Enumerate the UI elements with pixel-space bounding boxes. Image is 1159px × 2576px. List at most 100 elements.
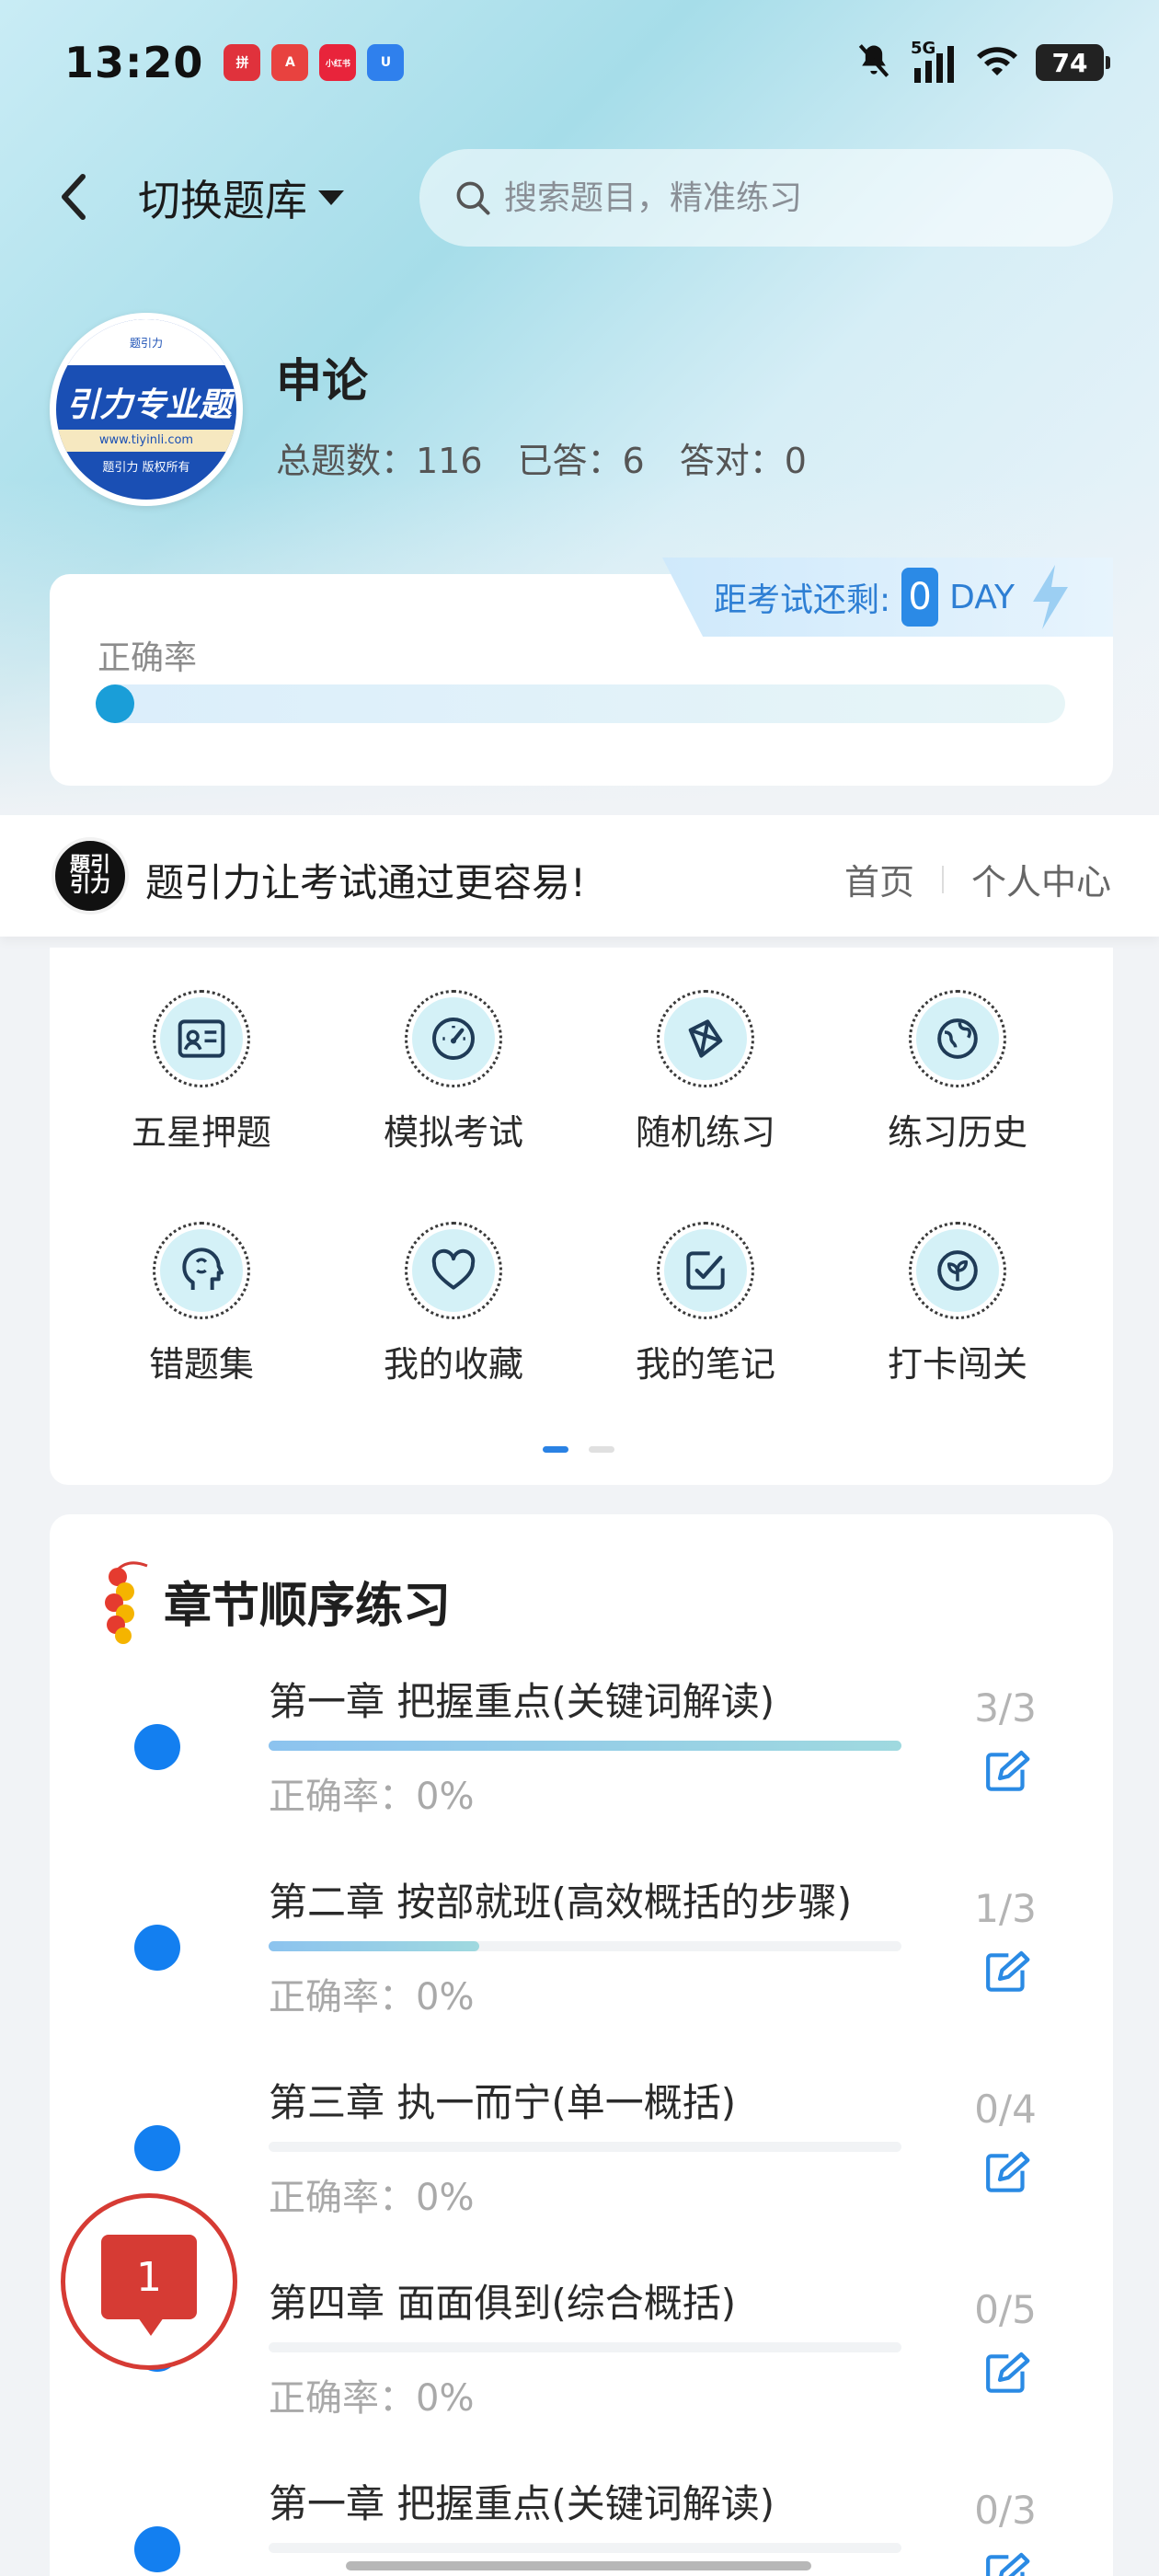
nav-profile-link[interactable]: 个人中心 [971,854,1111,904]
home-indicator[interactable] [346,2561,811,2570]
caret-down-icon [318,190,344,205]
func-practice-history[interactable]: 练习历史 [852,990,1063,1165]
chapter-count: 0/4 [974,2087,1037,2132]
chapter-name[interactable]: 第一章 把握重点(关键词解读) [269,1671,775,1727]
xiaohongshu-icon: 小红书 [319,44,357,81]
chapter-section-header: 章节顺序练习 [99,1555,451,1647]
page-dot[interactable] [543,1446,568,1453]
stat-correct: 答对：0 [679,441,807,481]
mute-bell-icon [854,40,894,85]
pinduoduo-icon: 拼 [224,44,261,81]
chapter-status-dot [134,2125,180,2171]
func-random-practice[interactable]: 随机练习 [600,990,811,1165]
random-network-icon [688,1019,723,1058]
search-icon [456,181,490,215]
switch-question-bank[interactable]: 切换题库 [138,169,346,226]
chapter-count: 0/3 [974,2488,1037,2533]
status-time: 13:20 [64,38,204,87]
accuracy-progress-fill [96,684,134,723]
subject-stats: 总题数：116 已答：6 答对：0 [276,432,807,483]
chapter-progress-track [269,1741,901,1751]
message-bubble-icon: 1 [101,2235,197,2336]
nav-home-link[interactable]: 首页 [844,854,914,904]
chapter-status-dot [134,1925,180,1971]
chapter-accuracy: 正确率：0% [269,2177,475,2219]
chapter-progress-fill [269,1941,480,1951]
chapter-status-dot [134,2526,180,2572]
chapter-accuracy: 正确率：0% [269,1776,475,1818]
chapter-section-title: 章节顺序练习 [164,1578,452,1634]
chapter-name[interactable]: 第四章 面面俱到(综合概括) [269,2272,736,2329]
notification-app-icons: 拼 A 小红书 U [224,44,405,81]
func-mock-exam[interactable]: 模拟考试 [348,990,559,1165]
func-label: 五星押题 [131,1112,271,1153]
heart-icon [431,1248,476,1290]
app-a-icon: A [271,44,309,81]
func-label: 随机练习 [635,1112,775,1153]
search-bar[interactable] [419,149,1113,247]
chapter-name[interactable]: 第三章 执一而宁(单一概括) [269,2072,736,2128]
speedometer-icon [432,1018,475,1060]
nav-links: 首页 个人中心 [844,854,1111,904]
edit-icon[interactable] [979,2145,1034,2201]
globe-history-icon [937,1018,978,1059]
chapter-progress-track [269,2543,901,2553]
chapter-progress-track [269,2142,901,2152]
func-notes[interactable]: 我的笔记 [600,1222,811,1397]
search-input[interactable] [504,178,1056,217]
message-count: 1 [136,2253,162,2301]
edit-icon[interactable] [979,2547,1034,2576]
func-favorites[interactable]: 我的收藏 [348,1222,559,1397]
switch-bank-label: 切换题库 [138,176,307,225]
chapter-progress-track [269,2342,901,2352]
edit-icon[interactable] [979,1744,1034,1800]
app-u-icon: U [367,44,405,81]
chapter-accuracy: 正确率：0% [269,1976,475,2018]
chapter-progress-track [269,1941,901,1951]
chapter-count: 0/5 [974,2287,1037,2332]
chapter-name[interactable]: 第一章 把握重点(关键词解读) [269,2473,775,2529]
id-card-icon [178,1019,225,1058]
logo-url: www.tiyinli.com [56,430,236,452]
chapter-count: 1/3 [974,1886,1037,1931]
func-check-in[interactable]: 打卡闯关 [852,1222,1063,1397]
page-indicator [543,1446,614,1453]
chapter-progress-fill [269,1741,901,1751]
logo-copyright: 题引力 版权所有 [102,461,190,475]
stat-answered: 已答：6 [517,441,645,481]
chapter-count: 3/3 [974,1685,1037,1731]
func-wrong-questions[interactable]: 错题集 [96,1222,307,1397]
subject-logo: 题引力 引力专业题 www.tiyinli.com 题引力 版权所有 [50,313,243,506]
leaf-badge-icon [937,1250,978,1291]
func-label: 练习历史 [887,1112,1027,1153]
chapter-status-dot [134,1724,180,1770]
back-button[interactable] [46,167,101,226]
func-five-star[interactable]: 五星押题 [96,990,307,1165]
checked-note-icon [686,1251,725,1290]
nav-divider [941,865,944,893]
signal-5g-icon: 5G [911,39,958,83]
exam-days-number: 0 [901,568,939,627]
logo-brand: 题引力 [56,319,236,365]
func-label: 我的收藏 [383,1344,523,1385]
lightning-icon [1033,565,1069,629]
accuracy-progress-track [96,684,1065,723]
page-dot[interactable] [589,1446,614,1453]
accuracy-label: 正确率 [98,639,198,677]
battery-indicator: 74 [1036,44,1110,81]
slogan-text: 题引力让考试通过更容易! [145,860,586,905]
edit-icon[interactable] [979,1945,1034,2000]
exam-days-unit: DAY [949,578,1016,616]
func-label: 我的笔记 [635,1344,775,1385]
system-icons: 5G 74 [854,39,1110,85]
firecracker-icon [105,1561,148,1644]
slogan-bar: 題引 引力 题引力让考试通过更容易! 首页 个人中心 [0,815,1159,937]
floating-message-button[interactable]: 1 [61,2193,237,2370]
status-bar: 13:20 拼 A 小红书 U 5G 74 [64,33,1110,92]
chevron-left-icon [62,174,86,220]
subject-title: 申论 [276,354,368,408]
chapter-name[interactable]: 第二章 按部就班(高效概括的步骤) [269,1871,852,1927]
func-label: 模拟考试 [383,1112,523,1153]
head-brain-icon [182,1248,224,1290]
edit-icon[interactable] [979,2346,1034,2401]
